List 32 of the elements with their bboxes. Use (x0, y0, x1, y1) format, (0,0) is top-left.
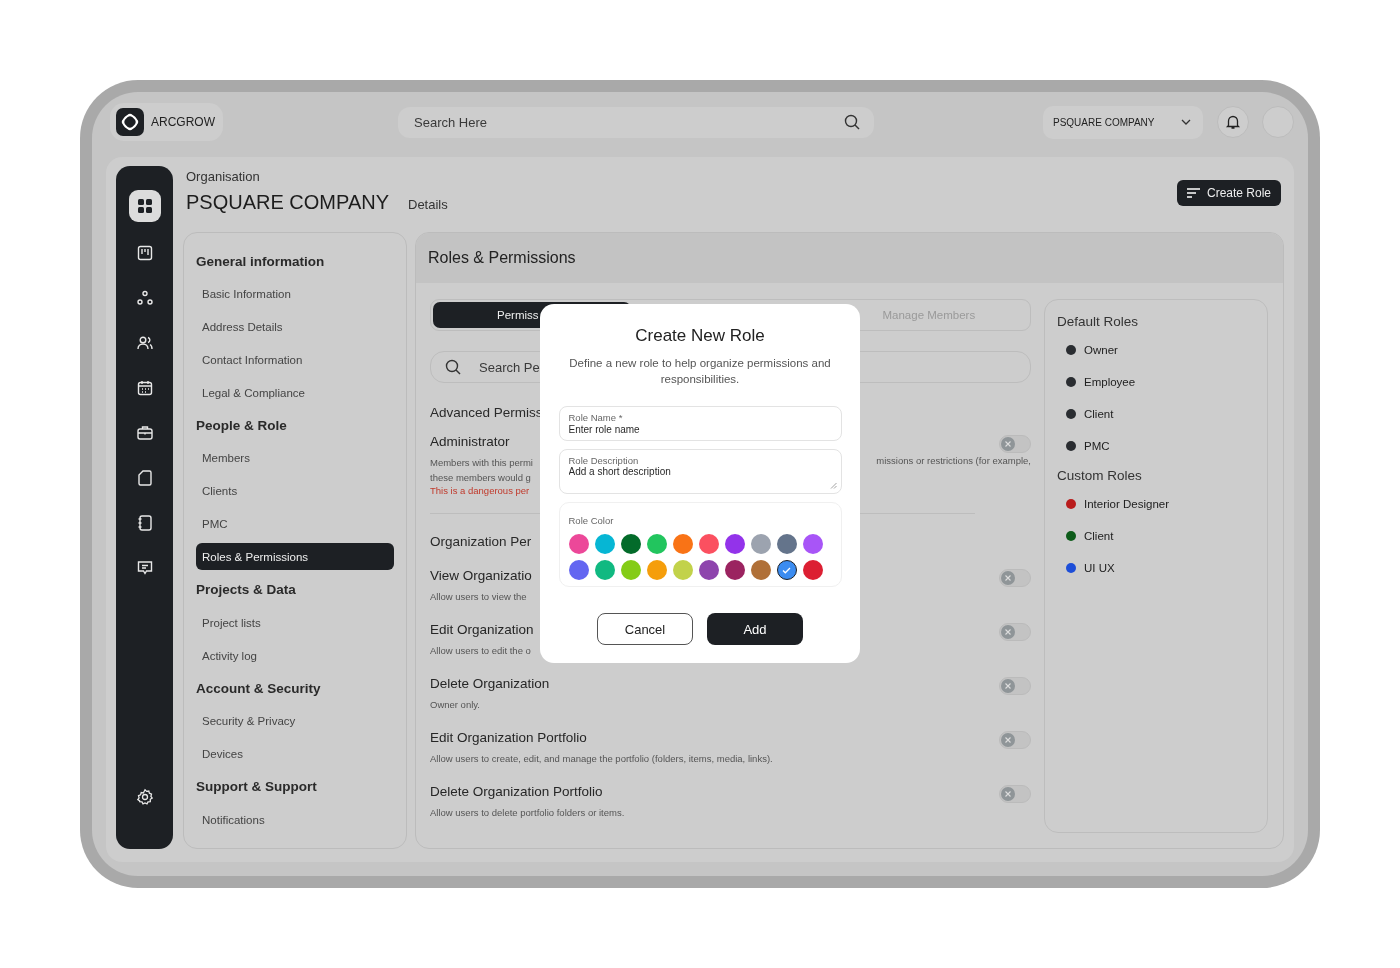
roles-group-heading: Custom Roles (1057, 468, 1143, 484)
dialog-description: Define a new role to help organize permissions and responsibilities. (568, 356, 832, 387)
permission-description: missions or restrictions (for example, (876, 454, 1031, 468)
permission-title: View Organizatio (430, 568, 532, 583)
permission-title: Edit Organization Portfolio (430, 730, 587, 745)
permission-description: Allow users to view the (430, 590, 527, 603)
warning-text: This is a dangerous per (430, 484, 530, 497)
nav-section-heading: General information (196, 252, 326, 271)
field-label: Role Name * (568, 412, 624, 423)
permission-description: Allow users to delete portfolio folders or items. (430, 806, 625, 819)
permission-description: these members would g (430, 471, 531, 484)
panel-title: Roles & Permissions (428, 249, 576, 267)
page-subtitle: Details (408, 197, 448, 212)
permission-title: Edit Organization (430, 622, 534, 637)
section-heading: Organization Per (430, 534, 532, 549)
breadcrumb: Organisation (186, 169, 261, 184)
nav-section-heading: Account & Security (196, 679, 322, 698)
permission-description: Allow users to create, edit, and manage the portfolio (folders, items, media, links). (430, 752, 773, 765)
roles-group-heading: Default Roles (1057, 314, 1140, 330)
page-title: PSQUARE COMPANY (186, 191, 389, 214)
field-label: Role Description (568, 455, 640, 466)
nav-section-heading: People & Role (196, 417, 288, 436)
field-label: Role Color (568, 515, 614, 526)
permission-title: Delete Organization Portfolio (430, 784, 603, 799)
permission-description: Allow users to edit the o (430, 644, 531, 657)
nav-section-heading: Projects & Data (196, 581, 297, 600)
dialog-title: Create New Role (635, 326, 765, 346)
permission-description: Owner only. (430, 698, 480, 711)
nav-section-heading: Support & Support (196, 778, 318, 797)
permission-description: Members with this permi (430, 456, 533, 469)
permission-title: Delete Organization (430, 676, 550, 691)
permission-title: Administrator (430, 434, 510, 449)
